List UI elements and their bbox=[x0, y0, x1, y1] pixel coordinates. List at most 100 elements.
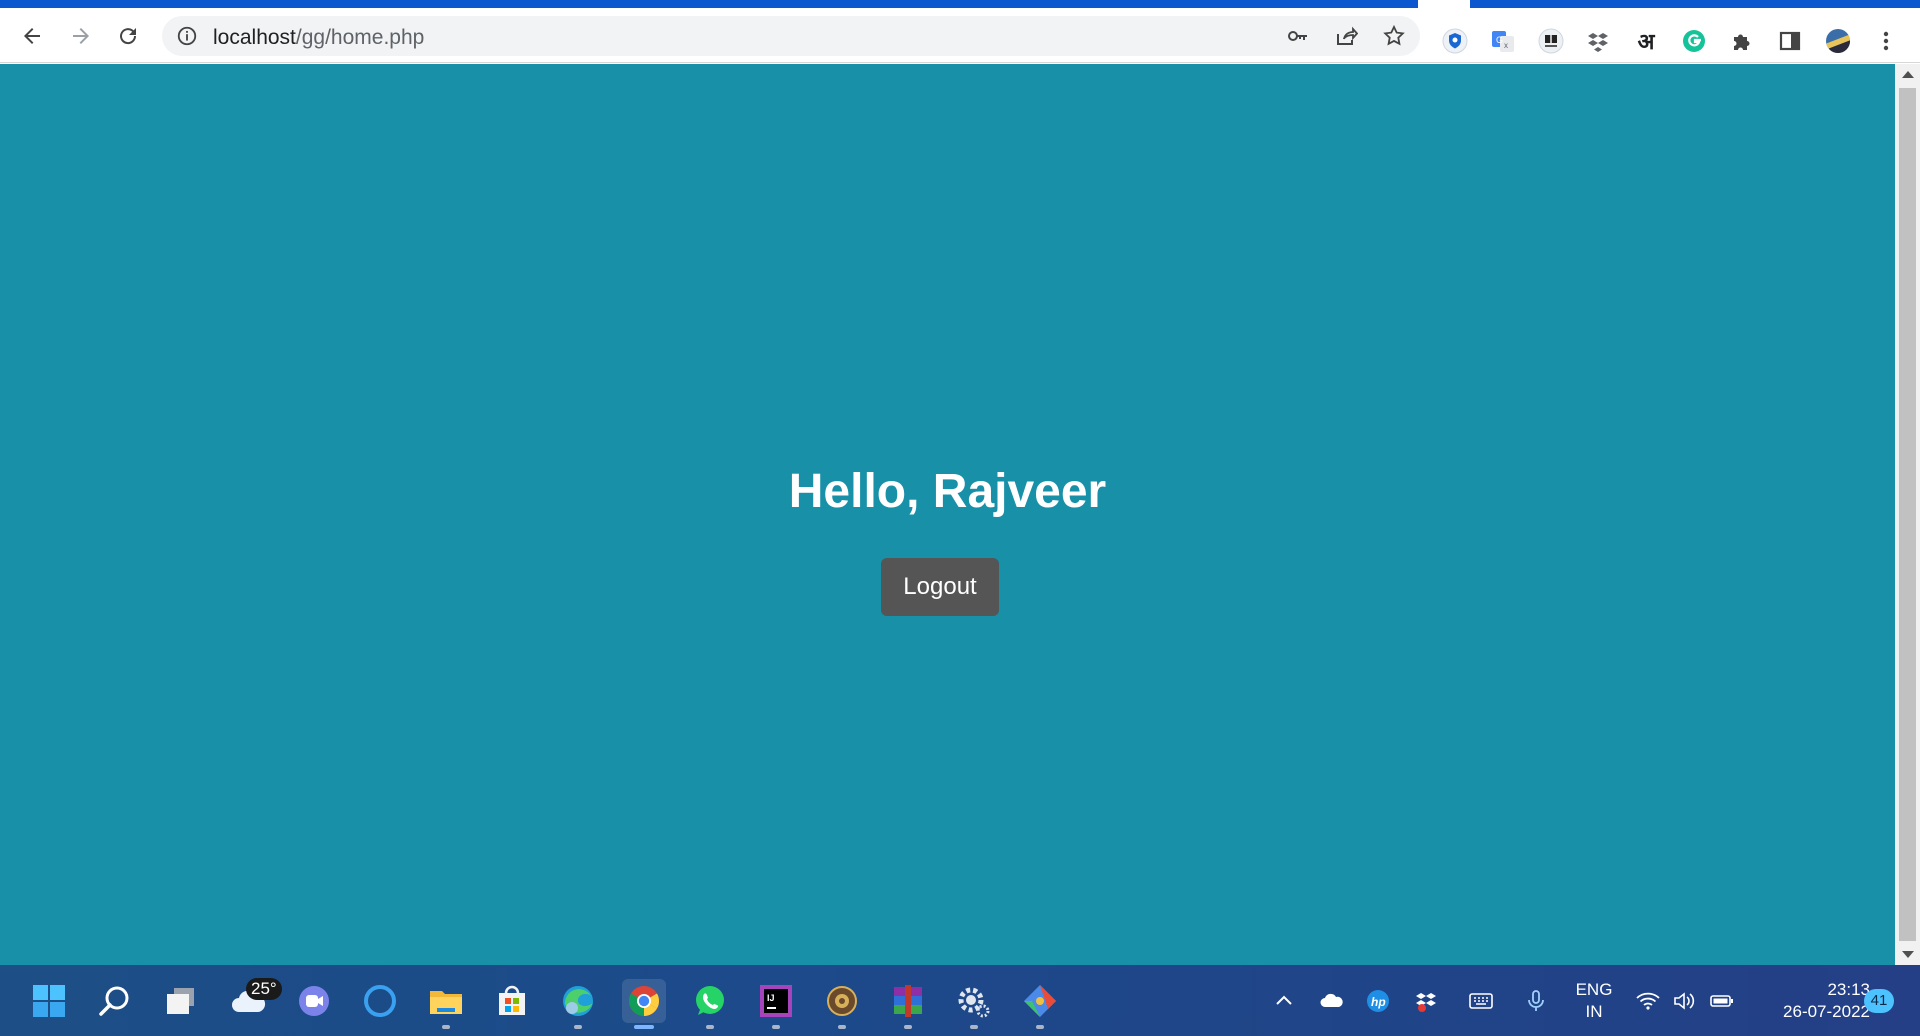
running-indicator bbox=[1036, 1025, 1044, 1029]
bookmark-star-icon[interactable] bbox=[1382, 24, 1406, 48]
tab-strip bbox=[0, 0, 1920, 8]
browser-menu-button[interactable] bbox=[1871, 26, 1901, 56]
scroll-up-arrow-icon[interactable] bbox=[1902, 71, 1914, 78]
page-scrollbar[interactable] bbox=[1895, 64, 1920, 965]
hindi-input-button[interactable]: अ bbox=[1631, 26, 1661, 56]
address-bar[interactable]: localhost/gg/home.php bbox=[162, 16, 1420, 56]
active-indicator bbox=[634, 1025, 654, 1029]
battery-icon bbox=[1710, 995, 1733, 1007]
touch-keyboard-tray[interactable] bbox=[1465, 985, 1497, 1017]
running-indicator bbox=[838, 1025, 846, 1029]
dropbox-icon bbox=[1588, 33, 1608, 52]
microphone-tray[interactable] bbox=[1520, 985, 1552, 1017]
volume-tray[interactable] bbox=[1668, 985, 1700, 1017]
google-translate-button[interactable]: Gx bbox=[1488, 26, 1518, 56]
tab-strip-accent-right bbox=[1470, 0, 1920, 8]
share-icon[interactable] bbox=[1334, 24, 1358, 48]
intellij-icon: IJ bbox=[760, 985, 792, 1017]
git-icon bbox=[1024, 985, 1056, 1017]
onedrive-tray[interactable] bbox=[1316, 985, 1348, 1017]
weather-temperature: 25° bbox=[246, 978, 282, 1000]
language-region: IN bbox=[1585, 1002, 1603, 1021]
notification-badge[interactable]: 41 bbox=[1864, 989, 1894, 1013]
running-indicator bbox=[904, 1025, 912, 1029]
logout-button[interactable]: Logout bbox=[881, 558, 999, 616]
page-viewport: Hello, Rajveer Logout bbox=[0, 64, 1895, 965]
file-explorer-button[interactable] bbox=[424, 979, 468, 1029]
google-translate-icon: Gx bbox=[1492, 31, 1514, 52]
extensions-puzzle-icon bbox=[1734, 34, 1750, 50]
dropbox-button[interactable] bbox=[1583, 26, 1613, 56]
battery-tray[interactable] bbox=[1706, 985, 1738, 1017]
forward-button[interactable] bbox=[61, 20, 101, 52]
running-indicator bbox=[772, 1025, 780, 1029]
volume-icon bbox=[1674, 992, 1695, 1010]
input-language-indicator[interactable]: ENG IN bbox=[1574, 979, 1614, 1023]
microphone-icon bbox=[1528, 990, 1544, 1011]
back-icon bbox=[24, 28, 40, 44]
side-panel-button[interactable] bbox=[1775, 26, 1805, 56]
profile-button[interactable] bbox=[1823, 26, 1853, 56]
start-icon bbox=[33, 985, 65, 1017]
scroll-down-arrow-icon[interactable] bbox=[1902, 951, 1914, 958]
clock-time: 23:13 bbox=[1827, 980, 1870, 999]
winrar-button[interactable] bbox=[886, 979, 930, 1029]
settings-icon bbox=[958, 987, 990, 1018]
taskbar-clock[interactable]: 23:13 26-07-2022 bbox=[1750, 979, 1870, 1023]
reload-button[interactable] bbox=[108, 20, 148, 52]
touch-keyboard-icon bbox=[1469, 993, 1493, 1009]
profile-avatar-icon bbox=[1826, 29, 1850, 53]
file-explorer-icon bbox=[430, 991, 462, 1014]
extensions-button[interactable] bbox=[1727, 26, 1757, 56]
grammarly-button[interactable] bbox=[1679, 26, 1709, 56]
task-view-button[interactable] bbox=[159, 979, 203, 1023]
svg-text:x: x bbox=[1504, 41, 1508, 50]
reload-icon bbox=[120, 28, 137, 45]
microsoft-store-button[interactable] bbox=[490, 979, 534, 1023]
site-info-icon[interactable] bbox=[176, 25, 198, 47]
chrome-button[interactable] bbox=[622, 979, 666, 1029]
task-view-icon bbox=[167, 988, 194, 1014]
menu-kebab-icon bbox=[1883, 31, 1889, 51]
whatsapp-button[interactable] bbox=[688, 979, 732, 1029]
settings-button[interactable] bbox=[952, 979, 996, 1029]
hp-icon: hp bbox=[1367, 990, 1389, 1012]
hp-tray[interactable]: hp bbox=[1362, 985, 1394, 1017]
language-code: ENG bbox=[1575, 980, 1613, 999]
password-key-icon[interactable] bbox=[1286, 24, 1310, 48]
cortana-button[interactable] bbox=[358, 979, 402, 1023]
url-text[interactable]: localhost/gg/home.php bbox=[213, 26, 424, 50]
running-indicator bbox=[970, 1025, 978, 1029]
tab-strip-accent-left bbox=[0, 0, 1418, 8]
windows-taskbar: 25° IJ hp ENG IN 23:13 26-07-2022 41 bbox=[0, 965, 1920, 1036]
url-host: localhost bbox=[213, 26, 296, 49]
svg-text:hp: hp bbox=[1371, 995, 1386, 1009]
edge-icon bbox=[563, 986, 593, 1016]
back-button[interactable] bbox=[12, 20, 52, 52]
hindi-input-icon: अ bbox=[1637, 30, 1655, 55]
search-icon bbox=[99, 986, 129, 1016]
chrome-icon bbox=[628, 986, 660, 1016]
app-gear-button[interactable] bbox=[820, 979, 864, 1029]
wifi-tray[interactable] bbox=[1632, 985, 1664, 1017]
svg-text:G: G bbox=[1496, 35, 1503, 45]
dropbox-tray[interactable] bbox=[1410, 985, 1442, 1017]
intellij-button[interactable]: IJ bbox=[754, 979, 798, 1029]
start-button[interactable] bbox=[27, 979, 71, 1023]
dolby-voice-button[interactable] bbox=[1536, 26, 1566, 56]
running-indicator bbox=[574, 1025, 582, 1029]
running-indicator bbox=[442, 1025, 450, 1029]
onedrive-icon bbox=[1320, 993, 1343, 1007]
git-button[interactable] bbox=[1018, 979, 1062, 1029]
whatsapp-icon bbox=[696, 986, 724, 1015]
grammarly-icon bbox=[1683, 30, 1705, 52]
scrollbar-thumb[interactable] bbox=[1899, 88, 1916, 941]
edge-button[interactable] bbox=[556, 979, 600, 1029]
dropbox-tray-icon bbox=[1416, 993, 1436, 1012]
show-hidden-icons-button[interactable] bbox=[1268, 985, 1300, 1017]
greeting-heading: Hello, Rajveer bbox=[788, 465, 1107, 518]
cortana-icon bbox=[364, 985, 396, 1017]
shield-extension-button[interactable] bbox=[1440, 26, 1470, 56]
search-button[interactable] bbox=[93, 979, 137, 1023]
teams-chat-button[interactable] bbox=[292, 979, 336, 1023]
